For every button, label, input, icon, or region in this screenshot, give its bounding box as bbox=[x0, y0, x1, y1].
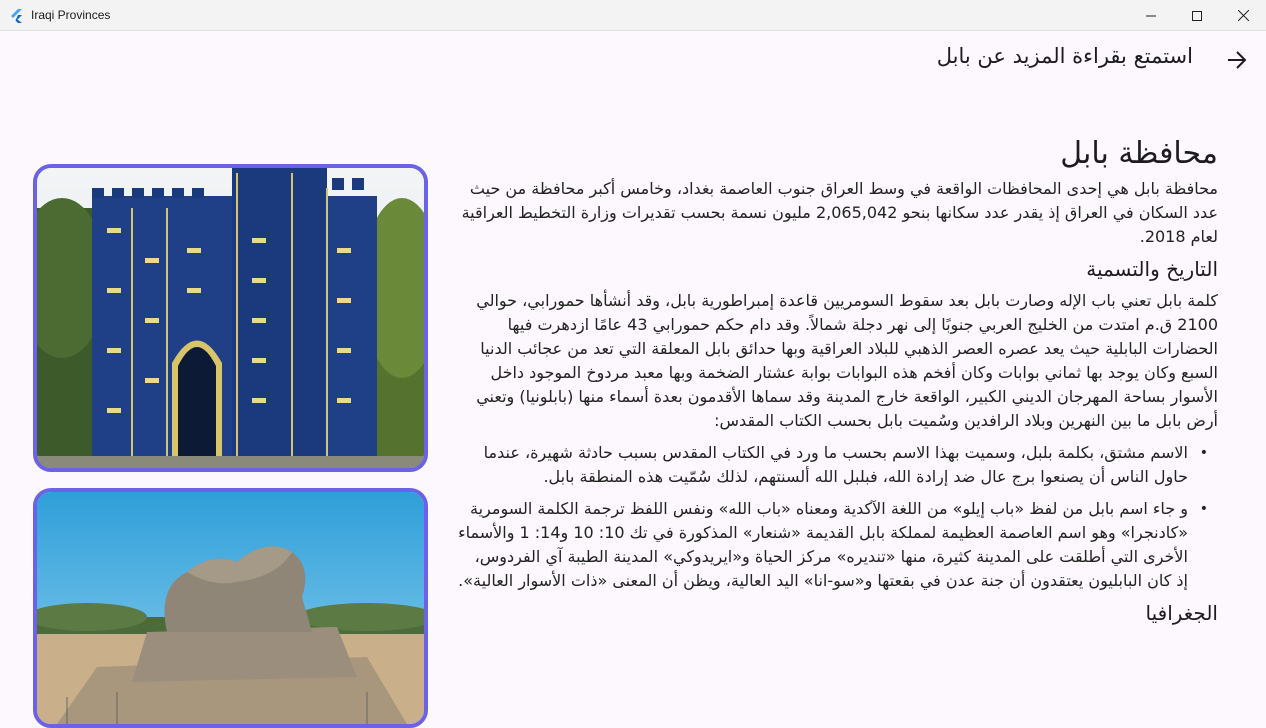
flutter-logo-icon bbox=[10, 8, 24, 23]
ishtar-gate-image bbox=[33, 164, 428, 472]
intro-paragraph: محافظة بابل هي إحدى المحافظات الواقعة في… bbox=[461, 179, 1218, 246]
maximize-icon bbox=[1192, 10, 1202, 21]
minimize-icon bbox=[1146, 15, 1156, 16]
window-titlebar[interactable]: Iraqi Provinces bbox=[0, 0, 1266, 31]
window-title: Iraqi Provinces bbox=[31, 8, 111, 22]
appbar-title: استمتع بقراءة المزيد عن بابل bbox=[936, 44, 1193, 68]
naming-bullet-list: الاسم مشتق، بكلمة بلبل، وسميت بهذا الاسم… bbox=[458, 441, 1218, 593]
geography-heading: الجغرافيا bbox=[1145, 601, 1219, 625]
history-heading: التاريخ والتسمية bbox=[1086, 257, 1218, 281]
article-title: محافظة بابل bbox=[1060, 136, 1218, 171]
history-paragraph: كلمة بابل تعني باب الإله وصارت بابل بعد … bbox=[476, 291, 1218, 430]
article-content: محافظة بابل محافظة بابل هي إحدى المحافظا… bbox=[458, 136, 1218, 633]
minimize-button[interactable] bbox=[1128, 0, 1174, 31]
maximize-button[interactable] bbox=[1174, 0, 1220, 31]
close-button[interactable] bbox=[1220, 0, 1266, 31]
list-item: الاسم مشتق، بكلمة بلبل، وسميت بهذا الاسم… bbox=[458, 441, 1218, 489]
list-item: و جاء اسم بابل من لفظ «باب إيلو» من اللغ… bbox=[458, 497, 1218, 593]
lion-of-babylon-image bbox=[33, 488, 428, 728]
close-icon bbox=[1237, 10, 1249, 21]
back-button[interactable] bbox=[1224, 47, 1250, 73]
arrow-right-icon bbox=[1228, 51, 1247, 69]
